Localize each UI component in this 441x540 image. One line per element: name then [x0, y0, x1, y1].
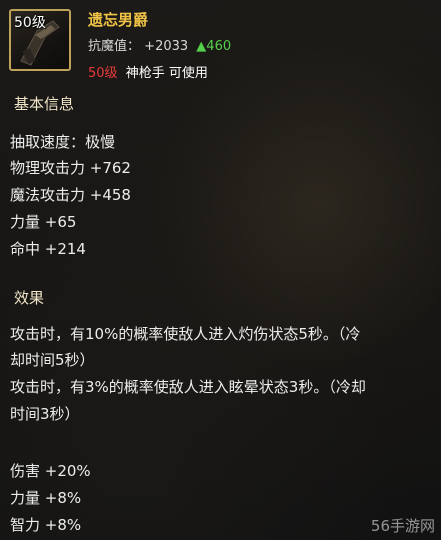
weapon-icon[interactable]: 50级 — [9, 9, 71, 71]
attr-draw-speed: 抽取速度：极慢 — [10, 133, 116, 151]
effects-title: 效果 — [14, 289, 45, 307]
attr-physical-attack: 物理攻击力 +762 — [10, 159, 131, 177]
effect-line-1: 攻击时，有10%的概率使敌人进入灼伤状态5秒。（冷 — [10, 325, 361, 343]
required-level: 50级 — [88, 66, 118, 81]
item-level-label: 50级 — [14, 15, 46, 31]
requirement-line: 50级 神枪手 可使用 — [88, 62, 208, 81]
bonus-intelligence: 智力 +8% — [10, 516, 82, 534]
item-tooltip-panel: 50级 遗忘男爵 抗魔值： +2033 ▲460 50级 神枪手 可使用 基本信… — [0, 0, 441, 540]
attr-hit-rate: 命中 +214 — [10, 240, 86, 258]
effect-line-2: 却时间5秒） — [10, 351, 95, 369]
watermark: 56手游网 — [370, 517, 435, 535]
resist-stat-line: 抗魔值： +2033 ▲460 — [88, 35, 231, 54]
attr-strength: 力量 +65 — [10, 213, 77, 231]
effect-line-3: 攻击时，有3%的概率使敌人进入眩晕状态3秒。（冷却 — [10, 378, 366, 396]
attr-magic-attack: 魔法攻击力 +458 — [10, 186, 131, 204]
basic-info-title: 基本信息 — [14, 95, 75, 113]
stat-colon: ： — [127, 39, 141, 54]
effect-line-4: 时间3秒） — [10, 405, 80, 423]
bonus-strength: 力量 +8% — [10, 489, 82, 507]
item-name: 遗忘男爵 — [88, 11, 149, 29]
required-class: 神枪手 可使用 — [125, 66, 208, 81]
stat-value: +2033 — [144, 39, 189, 54]
bonus-damage: 伤害 +20% — [10, 462, 91, 480]
stat-increase: ▲460 — [196, 39, 232, 54]
stat-label: 抗魔值 — [88, 39, 128, 54]
